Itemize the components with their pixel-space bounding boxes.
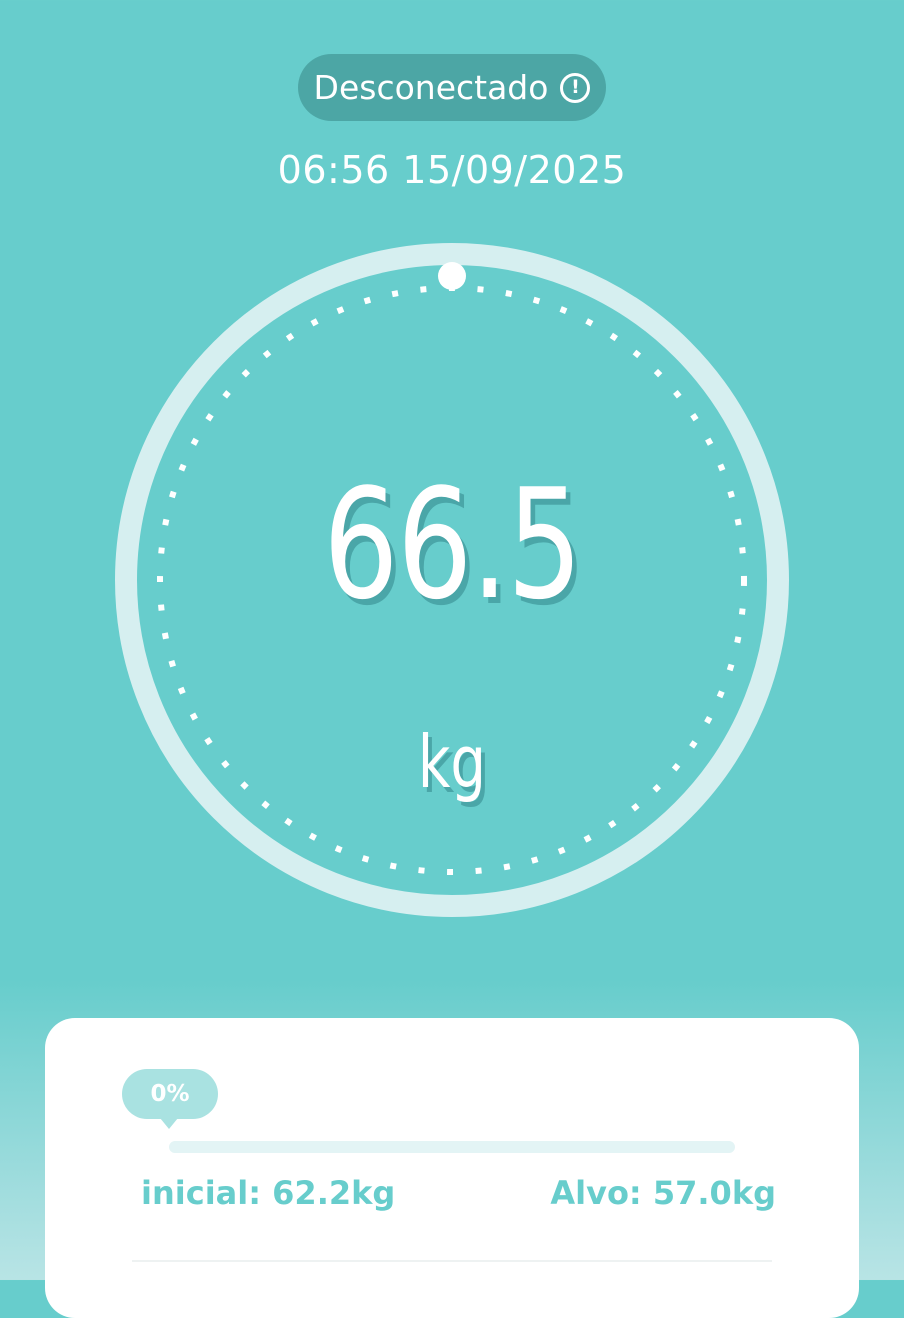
goal-target-weight: Alvo: 57.0kg <box>550 1174 776 1212</box>
goal-progress-card[interactable]: 0% inicial: 62.2kg Alvo: 57.0kg <box>45 1018 859 1318</box>
goal-progress-track <box>169 1141 735 1153</box>
connection-status-label: Desconectado <box>313 68 549 107</box>
goal-progress-badge: 0% <box>122 1069 218 1129</box>
measurement-time: 06:56 <box>277 148 390 192</box>
goal-start-weight: inicial: 62.2kg <box>141 1174 396 1212</box>
measurement-datetime: 06:56 15/09/2025 <box>0 148 904 192</box>
connection-status-badge[interactable]: Desconectado ! <box>298 54 606 121</box>
weight-value: 66.5 <box>323 456 582 633</box>
gauge-position-marker <box>438 262 466 290</box>
weight-unit: kg <box>417 720 487 804</box>
alert-circle-icon: ! <box>560 72 591 103</box>
measurement-date: 15/09/2025 <box>402 148 627 192</box>
card-divider <box>132 1260 772 1262</box>
